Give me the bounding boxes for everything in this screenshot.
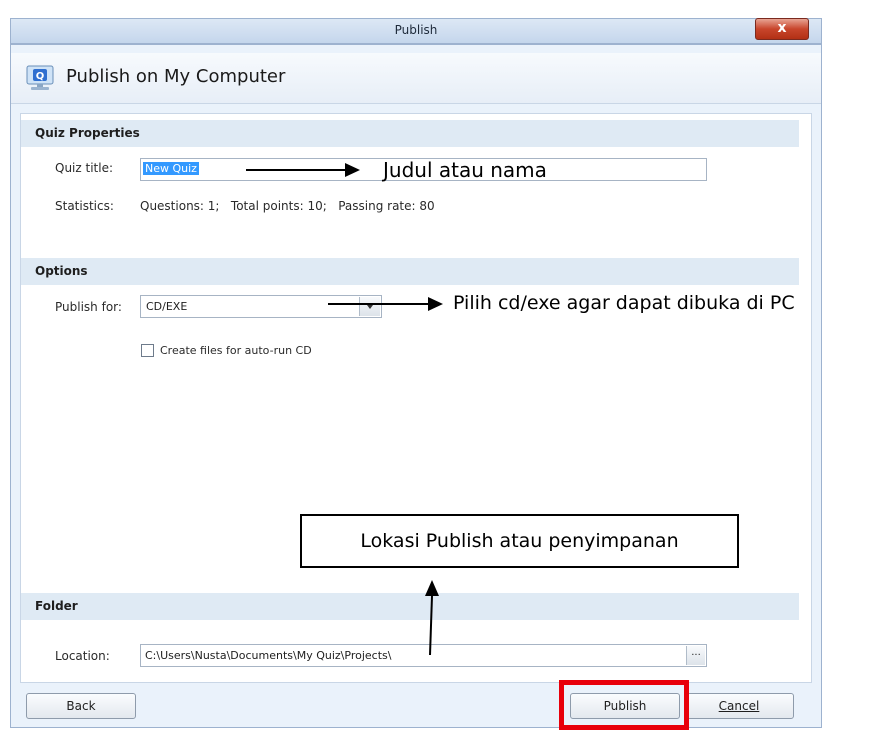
location-annotation: Lokasi Publish atau penyimpanan <box>360 530 679 552</box>
publish-for-annotation: Pilih cd/exe agar dapat dibuka di PC <box>453 292 795 314</box>
location-annotation-box: Lokasi Publish atau penyimpanan <box>300 514 739 568</box>
annotation-arrows <box>246 163 443 656</box>
publish-for-arrow <box>328 297 443 311</box>
title-annotation: Judul atau nama <box>383 158 547 182</box>
title-arrow <box>246 163 360 177</box>
location-arrow <box>425 580 439 656</box>
